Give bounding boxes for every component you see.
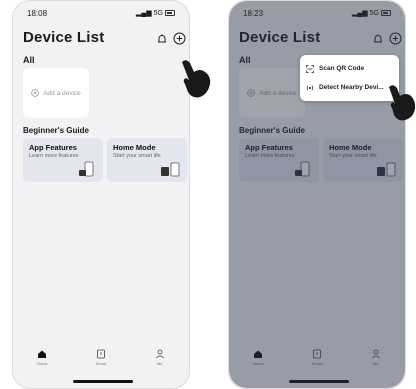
bottom-tab-bar: Home Smart Me xyxy=(13,349,189,373)
tab-label: Me xyxy=(156,361,163,366)
add-plus-icon[interactable] xyxy=(173,32,186,45)
network-label: 5G xyxy=(153,9,163,17)
card-subtitle: Start your smart life xyxy=(113,153,161,159)
person-icon xyxy=(155,349,164,359)
guide-card-app-features[interactable]: App Features Learn more features xyxy=(23,138,103,182)
card-title: App Features xyxy=(29,143,77,152)
guide-section-title: Beginner's Guide xyxy=(23,126,89,135)
menu-item-detect-nearby[interactable]: Detect Nearby Devi... xyxy=(306,78,393,97)
battery-icon xyxy=(165,10,175,16)
guide-card-home-mode[interactable]: Home Mode Start your smart life xyxy=(107,138,187,182)
menu-item-label: Scan QR Code xyxy=(319,65,365,72)
tap-hand-icon xyxy=(389,85,416,121)
status-time: 18:08 xyxy=(27,8,48,18)
phone-screen-left: 18:08 ▂▄▆ 5G Device List All Add a devic… xyxy=(12,0,190,389)
tab-me[interactable]: Me xyxy=(140,349,180,366)
tap-hand-icon xyxy=(182,60,211,98)
tab-smart[interactable]: Smart xyxy=(81,349,121,366)
add-menu-popup: Scan QR Code Detect Nearby Devi... xyxy=(300,55,399,101)
menu-item-scan-qr[interactable]: Scan QR Code xyxy=(306,59,393,78)
add-circle-icon xyxy=(31,89,40,97)
status-bar: 18:08 ▂▄▆ 5G xyxy=(27,7,175,19)
home-indicator xyxy=(73,380,133,383)
filter-all[interactable]: All xyxy=(23,55,35,65)
tab-home[interactable]: Home xyxy=(22,349,62,366)
menu-item-label: Detect Nearby Devi... xyxy=(319,84,384,91)
bell-icon[interactable] xyxy=(156,33,168,45)
status-indicators: ▂▄▆ 5G xyxy=(136,9,175,17)
add-device-label: Add a device xyxy=(43,89,81,97)
page-title: Device List xyxy=(23,29,105,46)
add-device-card[interactable]: Add a device xyxy=(23,68,89,118)
phone-illustration-icon xyxy=(79,161,94,177)
card-title: Home Mode xyxy=(113,143,156,152)
smart-icon xyxy=(97,349,105,359)
card-subtitle: Learn more features xyxy=(29,153,79,159)
scan-qr-icon xyxy=(306,64,314,73)
detect-nearby-icon xyxy=(306,85,314,90)
tab-label: Home xyxy=(36,361,48,366)
home-icon xyxy=(38,350,47,358)
tab-label: Smart xyxy=(95,361,107,366)
phone-screen-right: 18:23 ▂▄▆ 5G Device List All Add a devic… xyxy=(228,0,406,389)
home-devices-illustration-icon xyxy=(161,162,180,177)
signal-icon: ▂▄▆ xyxy=(135,10,152,17)
